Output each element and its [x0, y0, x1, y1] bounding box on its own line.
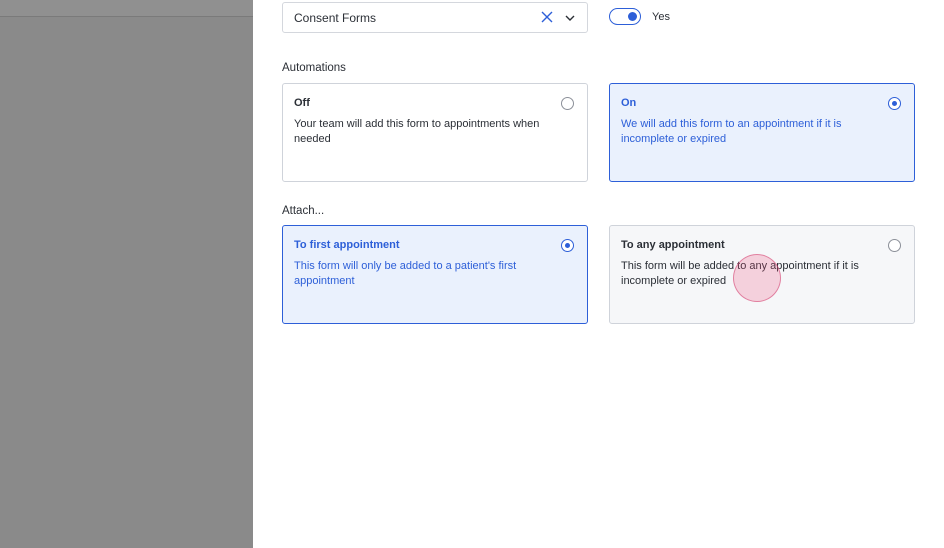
option-description: We will add this form to an appointment … [621, 118, 842, 145]
side-panel: Consent Forms Yes Automations Off Your t… [253, 0, 944, 548]
clear-icon[interactable] [540, 10, 554, 24]
enabled-toggle[interactable] [609, 8, 641, 25]
attach-option-any-appointment[interactable]: To any appointment This form will be add… [609, 225, 915, 324]
radio-button[interactable] [888, 239, 901, 252]
modal-backdrop[interactable] [0, 0, 253, 548]
automations-label: Automations [282, 62, 346, 74]
option-description: This form will be added to any appointme… [621, 260, 859, 287]
backdrop-header-bar [0, 0, 253, 17]
option-title: Off [294, 97, 310, 109]
option-title: On [621, 97, 637, 109]
automation-option-off[interactable]: Off Your team will add this form to appo… [282, 83, 588, 182]
option-description: This form will only be added to a patien… [294, 260, 517, 287]
radio-button[interactable] [888, 97, 901, 110]
attach-option-first-appointment[interactable]: To first appointment This form will only… [282, 225, 588, 324]
attach-label: Attach... [282, 205, 325, 217]
option-description: Your team will add this form to appointm… [294, 118, 540, 145]
chevron-down-icon[interactable] [564, 11, 576, 23]
option-title: To first appointment [294, 239, 400, 251]
radio-button[interactable] [561, 97, 574, 110]
radio-button[interactable] [561, 239, 574, 252]
option-title: To any appointment [621, 239, 725, 251]
form-type-value: Consent Forms [294, 11, 377, 25]
form-type-select[interactable]: Consent Forms [282, 2, 588, 33]
automation-option-on[interactable]: On We will add this form to an appointme… [609, 83, 915, 182]
toggle-knob [628, 12, 637, 21]
toggle-label: Yes [652, 11, 670, 23]
